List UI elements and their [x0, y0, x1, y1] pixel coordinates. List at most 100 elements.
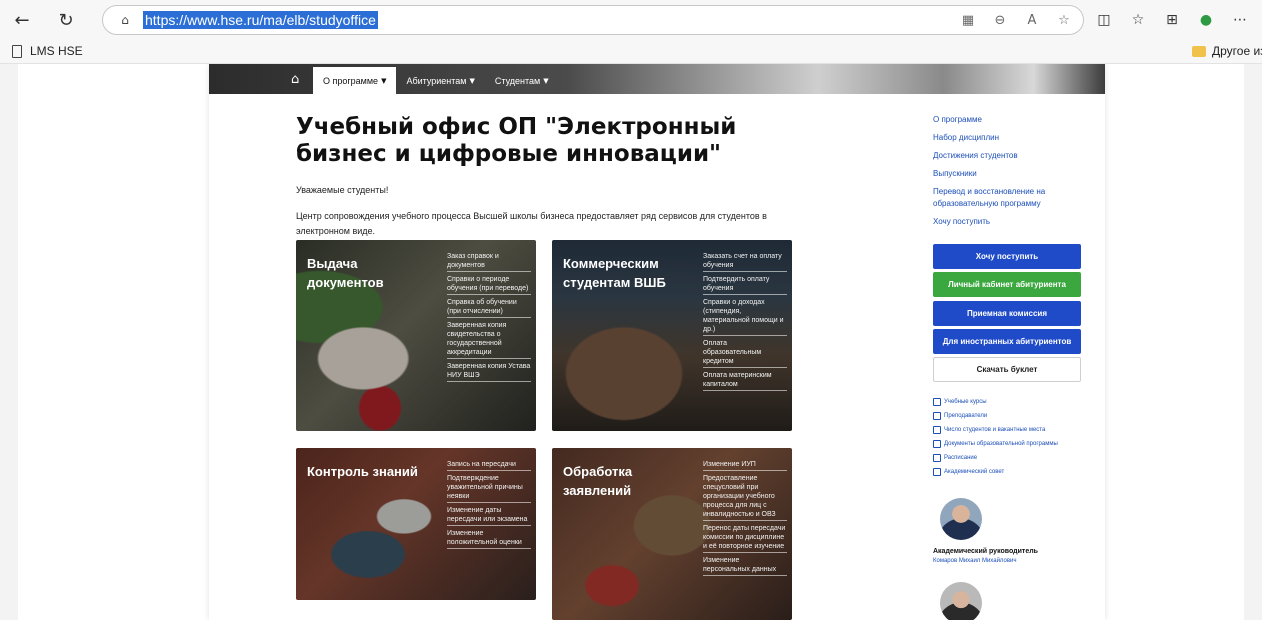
resource-item-courses[interactable]: Учебные курсы	[933, 397, 1058, 407]
card-link[interactable]: Изменение положительной оценки	[447, 529, 531, 549]
sidebar-link-achievements[interactable]: Достижения студентов	[933, 150, 1093, 162]
card-link[interactable]: Перенос даты пересдачи комиссии по дисци…	[703, 524, 787, 553]
resource-item-schedule[interactable]: Расписание	[933, 453, 1058, 463]
card-link[interactable]: Изменение даты пересдачи или экзамена	[447, 506, 531, 526]
card-link[interactable]: Подтверждение уважительной причины неявк…	[447, 474, 531, 503]
read-aloud-icon[interactable]: A	[1023, 11, 1041, 29]
academic-supervisor-name[interactable]: Комаров Михаил Михайлович	[933, 558, 1017, 564]
card-link[interactable]: Справки о периоде обучения (при переводе…	[447, 275, 531, 295]
card-title: Контроль знаний	[307, 464, 418, 479]
card-link[interactable]: Предоставление спецусловий при организац…	[703, 474, 787, 521]
home-icon[interactable]: ⌂	[291, 72, 299, 87]
toolbar-actions: ◫ ☆ ⊞ ● ⋯	[1094, 10, 1250, 30]
bookmark-lms[interactable]: LMS HSE	[12, 44, 83, 58]
card-link[interactable]: Заверенная копия свидетельства о государ…	[447, 321, 531, 359]
card-links: Изменение ИУП Предоставление спецусловий…	[703, 460, 787, 576]
caret-down-icon: ▼	[381, 76, 387, 85]
info-icon	[933, 426, 941, 434]
building-icon	[933, 412, 941, 420]
card-links: Заказать счет на оплату обучения Подтвер…	[703, 252, 787, 391]
document-icon	[933, 440, 941, 448]
page-viewport: ⌂ О программе ▼ Абитуриентам ▼ Студентам…	[18, 64, 1244, 620]
browser-toolbar: ← ↻ ⌂ https://www.hse.ru/ma/elb/studyoff…	[0, 0, 1262, 40]
greeting-text: Уважаемые студенты!	[296, 185, 389, 195]
bookmark-other-folder[interactable]: Другое изб	[1192, 44, 1262, 58]
back-arrow-icon[interactable]: ←	[10, 8, 34, 32]
collections-icon[interactable]: ⊞	[1162, 10, 1182, 30]
card-link[interactable]: Изменение персональных данных	[703, 556, 787, 576]
sidebar-link-disciplines[interactable]: Набор дисциплин	[933, 132, 1093, 144]
sidebar-link-transfer[interactable]: Перевод и восстановление на образователь…	[933, 186, 1093, 210]
resource-label: Число студентов и вакантные места	[944, 427, 1046, 433]
card-link[interactable]: Подтвердить оплату обучения	[703, 275, 787, 295]
resource-label: Преподаватели	[944, 413, 988, 419]
resource-label: Академический совет	[944, 469, 1005, 475]
extension-icon[interactable]: ●	[1196, 10, 1216, 30]
zoom-icon[interactable]: ⊖	[991, 11, 1009, 29]
menu-label: Студентам	[494, 75, 541, 86]
card-link[interactable]: Заказ справок и документов	[447, 252, 531, 272]
card-link[interactable]: Заказать счет на оплату обучения	[703, 252, 787, 272]
resource-item-teachers[interactable]: Преподаватели	[933, 411, 1058, 421]
manager-avatar[interactable]	[940, 582, 982, 620]
site-nav-bar: ⌂ О программе ▼ Абитуриентам ▼ Студентам…	[209, 64, 1105, 94]
more-menu-icon[interactable]: ⋯	[1230, 10, 1250, 30]
site-info-icon[interactable]: ⌂	[117, 12, 133, 28]
sidebar-link-about[interactable]: О программе	[933, 114, 1093, 126]
admissions-button[interactable]: Приемная комиссия	[933, 301, 1081, 326]
site-container: ⌂ О программе ▼ Абитуриентам ▼ Студентам…	[209, 64, 1105, 620]
page-icon	[12, 44, 22, 58]
address-bar-actions: ▦ ⊖ A ☆	[959, 11, 1073, 29]
caret-down-icon: ▼	[543, 76, 549, 85]
sidebar-link-graduates[interactable]: Выпускники	[933, 168, 1093, 180]
academic-supervisor-avatar[interactable]	[940, 498, 982, 540]
favorites-icon[interactable]: ☆	[1128, 10, 1148, 30]
card-title: Обработка заявлений	[563, 464, 633, 498]
card-link[interactable]: Оплата образовательным кредитом	[703, 339, 787, 368]
resource-item-council[interactable]: Академический совет	[933, 467, 1058, 477]
document-icon	[933, 398, 941, 406]
card-link[interactable]: Справки о доходах (стипендия, материальн…	[703, 298, 787, 336]
foreign-applicants-button[interactable]: Для иностранных абитуриентов	[933, 329, 1081, 354]
card-commercial-students[interactable]: Коммерческим студентам ВШБ Заказать счет…	[552, 240, 792, 431]
card-link[interactable]: Оплата материнским капиталом	[703, 371, 787, 391]
sidebar-links: О программе Набор дисциплин Достижения с…	[933, 114, 1093, 228]
applicant-account-button[interactable]: Личный кабинет абитуриента	[933, 272, 1081, 297]
resource-label: Расписание	[944, 455, 978, 461]
academic-supervisor-title: Академический руководитель	[933, 548, 1038, 555]
apps-icon[interactable]: ▦	[959, 11, 977, 29]
intro-text: Центр сопровождения учебного процесса Вы…	[296, 211, 767, 236]
resource-list: Учебные курсы Преподаватели Число студен…	[933, 397, 1058, 477]
reload-icon[interactable]: ↻	[54, 8, 78, 32]
resource-label: Учебные курсы	[944, 399, 987, 405]
caret-down-icon: ▼	[469, 76, 475, 85]
card-link[interactable]: Изменение ИУП	[703, 460, 787, 471]
card-documents[interactable]: Выдача документов Заказ справок и докуме…	[296, 240, 536, 431]
bookmark-folder-label: Другое изб	[1212, 44, 1262, 58]
site-menu: О программе ▼ Абитуриентам ▼ Студентам ▼	[313, 67, 559, 94]
card-knowledge-control[interactable]: Контроль знаний Запись на пересдачи Подт…	[296, 448, 536, 600]
download-booklet-button[interactable]: Скачать буклет	[933, 357, 1081, 382]
card-link[interactable]: Запись на пересдачи	[447, 460, 531, 471]
url-text[interactable]: https://www.hse.ru/ma/elb/studyoffice	[143, 11, 378, 29]
favorite-star-icon[interactable]: ☆	[1055, 11, 1073, 29]
sidebar-link-apply[interactable]: Хочу поступить	[933, 216, 1093, 228]
menu-label: Абитуриентам	[406, 75, 467, 86]
card-link[interactable]: Справка об обучении (при отчислении)	[447, 298, 531, 318]
card-link[interactable]: Заверенная копия Устава НИУ ВШЭ	[447, 362, 531, 382]
menu-item-students[interactable]: Студентам ▼	[485, 67, 559, 94]
card-applications[interactable]: Обработка заявлений Изменение ИУП Предос…	[552, 448, 792, 620]
address-bar[interactable]: ⌂ https://www.hse.ru/ma/elb/studyoffice …	[102, 5, 1084, 35]
menu-item-applicants[interactable]: Абитуриентам ▼	[396, 67, 484, 94]
calendar-icon	[933, 454, 941, 462]
resource-label: Документы образовательной программы	[944, 441, 1058, 447]
card-links: Запись на пересдачи Подтверждение уважит…	[447, 460, 531, 549]
card-title: Выдача документов	[307, 256, 384, 290]
bookmark-label: LMS HSE	[30, 44, 83, 58]
resource-item-vacancies[interactable]: Число студентов и вакантные места	[933, 425, 1058, 435]
split-screen-icon[interactable]: ◫	[1094, 10, 1114, 30]
menu-item-about[interactable]: О программе ▼	[313, 67, 397, 94]
apply-button[interactable]: Хочу поступить	[933, 244, 1081, 269]
menu-label: О программе	[323, 75, 379, 86]
resource-item-documents[interactable]: Документы образовательной программы	[933, 439, 1058, 449]
